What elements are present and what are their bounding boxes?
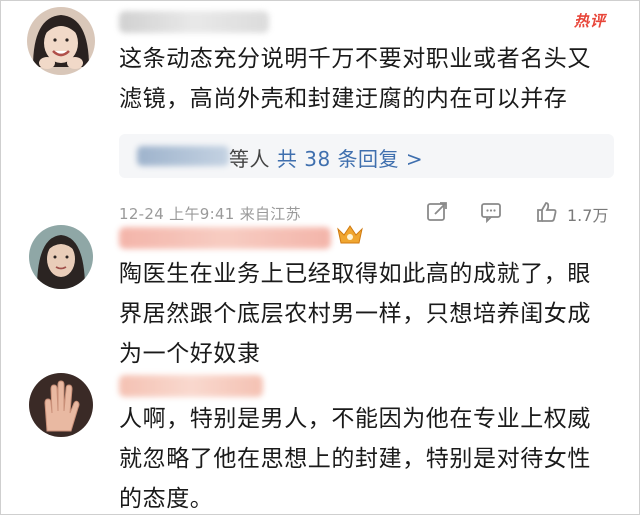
- vip-badge: [335, 223, 365, 249]
- reply-suffix: 等人: [229, 147, 277, 171]
- comment-meta: 12-24 上午9:41 来自江苏: [119, 205, 301, 223]
- share-button[interactable]: [425, 200, 449, 224]
- hand-wave-avatar: [29, 373, 93, 437]
- comment-line: 就忽略了他在思想上的封建，特别是对待女性: [119, 446, 591, 472]
- comment-feed: 热评 这条动态充分说明千万不要对职业或者名头又 滤镜，高尚外壳和封建迂腐的内在可…: [0, 0, 640, 515]
- comment-line: 界居然跟个底层农村男一样，只想培养闺女成: [119, 301, 591, 327]
- comment-text: 陶医生在业务上已经取得如此高的成就了，眼 界居然跟个底层农村男一样，只想培养闺女…: [119, 254, 591, 374]
- username-blurred[interactable]: [119, 11, 269, 33]
- comment-line: 滤镜，高尚外壳和封建迂腐的内在可以并存: [119, 86, 568, 112]
- like-button[interactable]: [535, 200, 559, 224]
- comment-line: 陶医生在业务上已经取得如此高的成就了，眼: [119, 261, 591, 287]
- avatar[interactable]: [29, 373, 93, 437]
- reply-summary[interactable]: 等人 共 38 条回复 >: [119, 134, 614, 178]
- username-blurred[interactable]: [119, 375, 263, 397]
- comment-line: 人啊，特别是男人，不能因为他在专业上权威: [119, 406, 591, 432]
- comment-line: 这条动态充分说明千万不要对职业或者名头又: [119, 46, 591, 72]
- comment-line: 的态度。: [119, 486, 214, 512]
- woman-portrait-avatar: [29, 225, 93, 289]
- view-replies-link[interactable]: 共 38 条回复 >: [277, 147, 423, 171]
- comment-text: 这条动态充分说明千万不要对职业或者名头又 滤镜，高尚外壳和封建迂腐的内在可以并存: [119, 39, 591, 119]
- replier-names-blurred: [137, 146, 229, 166]
- comment-text: 人啊，特别是男人，不能因为他在专业上权威 就忽略了他在思想上的封建，特别是对待女…: [119, 399, 591, 519]
- comment-button[interactable]: [479, 200, 503, 224]
- comment-icon: [481, 203, 501, 224]
- avatar[interactable]: [27, 7, 95, 75]
- woman-smiling-avatar: [27, 7, 95, 75]
- thumbs-up-icon: [537, 202, 557, 222]
- like-count: 1.7万: [567, 206, 609, 225]
- avatar[interactable]: [29, 225, 93, 289]
- comment-line: 为一个好奴隶: [119, 341, 261, 367]
- username-blurred[interactable]: [119, 227, 331, 249]
- vip-badge-icon: [337, 225, 363, 244]
- reply-summary-text: 等人 共 38 条回复 >: [229, 143, 423, 172]
- hot-comment-badge: 热评: [574, 12, 607, 30]
- share-icon: [427, 202, 447, 221]
